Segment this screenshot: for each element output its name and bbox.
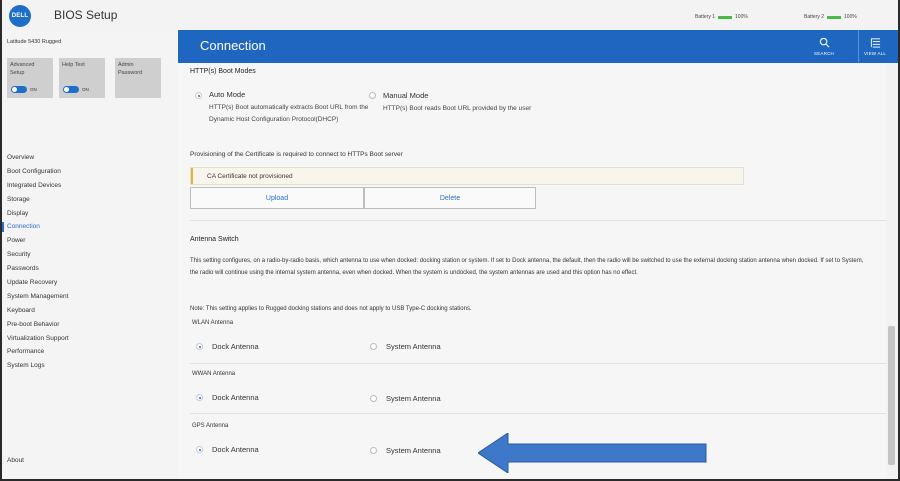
sidebar-item-power[interactable]: Power <box>7 234 69 248</box>
sidebar-item-storage[interactable]: Storage <box>7 193 69 207</box>
sidebar-item-keyboard[interactable]: Keyboard <box>7 304 69 318</box>
manual-mode-radio[interactable] <box>369 92 376 99</box>
toggle-switch-icon <box>63 86 79 93</box>
ca-certificate-status: CA Certificate not provisioned <box>207 173 293 180</box>
gps-system-antenna-radio[interactable] <box>370 447 377 454</box>
system-model: Latitude 5430 Rugged <box>7 39 62 45</box>
admin-password-option[interactable]: Admin Password <box>115 58 161 98</box>
help-text-toggle[interactable]: ON <box>63 86 89 93</box>
battery-1-indicator: Battery 1 100% <box>695 14 748 20</box>
view-all-icon <box>870 38 880 48</box>
sidebar-item-display[interactable]: Display <box>7 207 69 221</box>
manual-mode-label: Manual Mode <box>383 91 429 100</box>
battery-2-indicator: Battery 2 100% <box>804 14 857 20</box>
sidebar-item-connection[interactable]: Connection <box>7 220 69 234</box>
wlan-antenna-title: WLAN Antenna <box>192 320 234 326</box>
advanced-setup-toggle-state: ON <box>30 87 37 92</box>
antenna-switch-title: Antenna Switch <box>190 236 239 243</box>
search-label: SEARCH <box>814 51 834 56</box>
certificate-note: Provisioning of the Certificate is requi… <box>190 151 403 158</box>
section-divider <box>190 220 886 221</box>
sidebar-item-pre-boot-behavior[interactable]: Pre-boot Behavior <box>7 318 69 332</box>
upload-button[interactable]: Upload <box>190 187 364 209</box>
battery-1-level: 100% <box>735 14 748 20</box>
page-header: Connection SEARCH VIEW ALL <box>178 30 898 63</box>
help-text-label: Help Text <box>62 62 85 68</box>
sidebar-item-security[interactable]: Security <box>7 248 69 262</box>
bios-screen: DELL BIOS Setup Battery 1 100% Battery 2… <box>2 0 898 479</box>
page-title: Connection <box>200 38 266 53</box>
sidebar-item-overview[interactable]: Overview <box>7 151 69 165</box>
main-content: HTTP(s) Boot Modes Auto Mode HTTP(s) Boo… <box>178 63 886 479</box>
wwan-dock-antenna-radio[interactable] <box>196 394 203 401</box>
toggle-switch-icon <box>11 86 27 93</box>
wlan-system-antenna-label: System Antenna <box>386 342 441 351</box>
top-bar: DELL BIOS Setup Battery 1 100% Battery 2… <box>2 0 898 30</box>
active-nav-marker <box>2 222 4 232</box>
wwan-system-antenna-label: System Antenna <box>386 394 441 403</box>
group-divider <box>190 363 886 364</box>
search-button[interactable]: SEARCH <box>804 30 844 63</box>
auto-mode-description: HTTP(s) Boot automatically extracts Boot… <box>209 104 369 123</box>
view-all-button[interactable]: VIEW ALL <box>855 30 895 63</box>
ca-certificate-status-box: CA Certificate not provisioned <box>190 167 744 185</box>
group-divider <box>190 413 886 414</box>
wwan-dock-antenna-label: Dock Antenna <box>212 393 259 402</box>
search-icon <box>819 37 829 48</box>
sidebar-item-update-recovery[interactable]: Update Recovery <box>7 276 69 290</box>
manual-mode-description: HTTP(s) Boot reads Boot URL provided by … <box>383 105 532 112</box>
dell-logo: DELL <box>9 5 31 27</box>
wlan-dock-antenna-radio[interactable] <box>196 343 203 350</box>
battery-1-bar <box>718 15 733 19</box>
auto-mode-label: Auto Mode <box>209 90 246 99</box>
app-title: BIOS Setup <box>54 8 118 22</box>
battery-2-level: 100% <box>844 14 857 20</box>
advanced-setup-toggle[interactable]: ON <box>11 86 37 93</box>
gps-antenna-title: GPS Antenna <box>192 423 229 429</box>
gps-dock-antenna-label: Dock Antenna <box>212 445 259 454</box>
delete-button[interactable]: Delete <box>364 187 536 209</box>
sidebar-item-virtualization-support[interactable]: Virtualization Support <box>7 332 69 346</box>
advanced-setup-option[interactable]: Advanced Setup ON <box>7 58 53 98</box>
battery-1-label: Battery 1 <box>695 14 716 20</box>
wlan-system-antenna-radio[interactable] <box>370 343 377 350</box>
antenna-switch-note: Note: This setting applies to Rugged doc… <box>190 306 472 312</box>
http-boot-modes-title: HTTP(s) Boot Modes <box>190 68 256 75</box>
gps-system-antenna-label: System Antenna <box>386 446 441 455</box>
sidebar: Latitude 5430 Rugged Advanced Setup ON H… <box>2 30 178 479</box>
sidebar-item-about[interactable]: About <box>7 457 24 464</box>
auto-mode-radio[interactable] <box>195 92 202 99</box>
sidebar-item-system-management[interactable]: System Management <box>7 290 69 304</box>
admin-password-label: Admin Password <box>118 62 143 76</box>
gps-dock-antenna-radio[interactable] <box>196 446 203 453</box>
annotation-arrow-icon <box>478 433 707 473</box>
sidebar-item-performance[interactable]: Performance <box>7 345 69 359</box>
sidebar-item-system-logs[interactable]: System Logs <box>7 359 69 373</box>
battery-2-bar <box>827 15 842 19</box>
help-text-option[interactable]: Help Text ON <box>59 58 105 98</box>
wwan-system-antenna-radio[interactable] <box>370 395 377 402</box>
wlan-dock-antenna-label: Dock Antenna <box>212 342 259 351</box>
sidebar-nav: Overview Boot Configuration Integrated D… <box>7 151 69 373</box>
antenna-switch-description: This setting configures, on a radio-by-r… <box>190 258 864 276</box>
wwan-antenna-title: WWAN Antenna <box>192 371 236 377</box>
sidebar-item-passwords[interactable]: Passwords <box>7 262 69 276</box>
help-text-toggle-state: ON <box>82 87 89 92</box>
advanced-setup-label: Advanced Setup <box>10 62 35 76</box>
sidebar-item-boot-configuration[interactable]: Boot Configuration <box>7 165 69 179</box>
battery-2-label: Battery 2 <box>804 14 825 20</box>
sidebar-item-integrated-devices[interactable]: Integrated Devices <box>7 179 69 193</box>
view-all-label: VIEW ALL <box>863 51 887 56</box>
content-scrollbar-thumb[interactable] <box>888 326 895 465</box>
